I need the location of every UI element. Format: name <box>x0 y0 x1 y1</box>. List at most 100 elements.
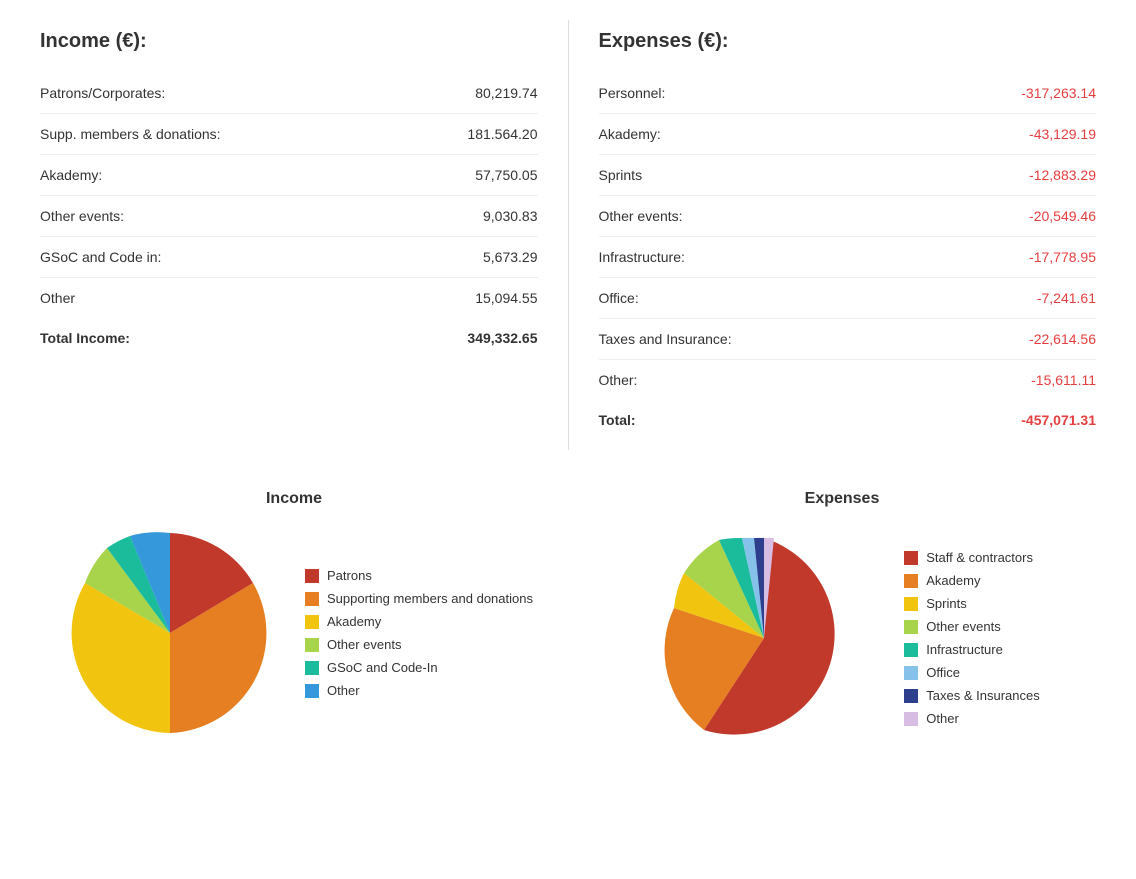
income-row-label: Akademy: <box>40 167 102 183</box>
expenses-row-value: -20,549.46 <box>1029 208 1096 224</box>
expenses-row-label: Office: <box>599 290 639 306</box>
legend-item: Taxes & Insurances <box>904 688 1039 703</box>
expenses-row: Other events: -20,549.46 <box>599 196 1097 237</box>
expenses-section: Expenses (€): Personnel:-317,263.14Akade… <box>579 20 1117 450</box>
legend-item: Supporting members and donations <box>305 591 533 606</box>
expenses-legend: Staff & contractors Akademy Sprints Other e… <box>904 550 1039 726</box>
legend-item: Staff & contractors <box>904 550 1039 565</box>
expenses-row-value: -17,778.95 <box>1029 249 1096 265</box>
income-row-value: 15,094.55 <box>475 290 537 306</box>
expenses-chart-area: Staff & contractors Akademy Sprints Other e… <box>644 518 1039 758</box>
legend-item: GSoC and Code-In <box>305 660 533 675</box>
expenses-row: Akademy:-43,129.19 <box>599 114 1097 155</box>
income-row: Other 15,094.55 <box>40 278 538 318</box>
top-section: Income (€): Patrons/Corporates: 80,219.74… <box>20 20 1116 450</box>
legend-color <box>904 574 918 588</box>
legend-color <box>305 569 319 583</box>
legend-item: Office <box>904 665 1039 680</box>
legend-color <box>904 643 918 657</box>
income-row-value: 80,219.74 <box>475 85 537 101</box>
income-total-label: Total Income: <box>40 330 130 346</box>
legend-label: Office <box>926 665 960 680</box>
legend-label: GSoC and Code-In <box>327 660 438 675</box>
income-row-value: 9,030.83 <box>483 208 538 224</box>
expenses-chart-container: Expenses <box>568 480 1116 768</box>
expenses-total-label: Total: <box>599 412 636 428</box>
legend-color <box>904 712 918 726</box>
legend-label: Infrastructure <box>926 642 1003 657</box>
income-row-label: GSoC and Code in: <box>40 249 161 265</box>
expenses-row: Sprints -12,883.29 <box>599 155 1097 196</box>
legend-color <box>904 689 918 703</box>
income-row: Supp. members & donations: 181.564.20 <box>40 114 538 155</box>
income-total-row: Total Income: 349,332.65 <box>40 318 538 358</box>
expenses-row-label: Sprints <box>599 167 643 183</box>
income-row-label: Patrons/Corporates: <box>40 85 165 101</box>
legend-label: Other events <box>327 637 401 652</box>
expenses-row-label: Other: <box>599 372 638 388</box>
expenses-chart-title: Expenses <box>805 490 880 508</box>
expenses-row-label: Akademy: <box>599 126 661 142</box>
legend-item: Other events <box>904 619 1039 634</box>
income-row: Other events: 9,030.83 <box>40 196 538 237</box>
expenses-row-value: -12,883.29 <box>1029 167 1096 183</box>
legend-label: Taxes & Insurances <box>926 688 1039 703</box>
expenses-row-label: Taxes and Insurance: <box>599 331 732 347</box>
expenses-row: Infrastructure: -17,778.95 <box>599 237 1097 278</box>
expenses-row-value: -22,614.56 <box>1029 331 1096 347</box>
legend-color <box>904 551 918 565</box>
legend-item: Akademy <box>305 614 533 629</box>
legend-label: Other <box>327 683 360 698</box>
income-row-label: Other events: <box>40 208 124 224</box>
legend-item: Akademy <box>904 573 1039 588</box>
income-rows: Patrons/Corporates: 80,219.74 Supp. member… <box>40 73 538 318</box>
legend-item: Other <box>305 683 533 698</box>
legend-item: Sprints <box>904 596 1039 611</box>
income-row-value: 181.564.20 <box>467 126 537 142</box>
legend-item: Infrastructure <box>904 642 1039 657</box>
expenses-row: Office: -7,241.61 <box>599 278 1097 319</box>
legend-color <box>305 638 319 652</box>
income-row: GSoC and Code in: 5,673.29 <box>40 237 538 278</box>
legend-color <box>305 684 319 698</box>
legend-label: Patrons <box>327 568 372 583</box>
legend-color <box>305 661 319 675</box>
legend-label: Other events <box>926 619 1000 634</box>
legend-color <box>904 620 918 634</box>
income-row: Akademy: 57,750.05 <box>40 155 538 196</box>
legend-color <box>305 592 319 606</box>
legend-label: Supporting members and donations <box>327 591 533 606</box>
legend-label: Akademy <box>926 573 980 588</box>
legend-item: Patrons <box>305 568 533 583</box>
expenses-total-value: -457,071.31 <box>1021 412 1096 428</box>
section-divider <box>568 20 569 450</box>
expenses-row-label: Personnel: <box>599 85 666 101</box>
legend-item: Other <box>904 711 1039 726</box>
legend-item: Other events <box>305 637 533 652</box>
expenses-row-label: Infrastructure: <box>599 249 685 265</box>
income-pie-chart <box>55 518 285 748</box>
income-row-label: Other <box>40 290 75 306</box>
expenses-row: Taxes and Insurance: -22,614.56 <box>599 319 1097 360</box>
expenses-pie-chart <box>644 518 884 758</box>
expenses-rows: Personnel:-317,263.14Akademy:-43,129.19S… <box>599 73 1097 400</box>
income-section: Income (€): Patrons/Corporates: 80,219.74… <box>20 20 558 450</box>
expenses-row-value: -7,241.61 <box>1037 290 1096 306</box>
charts-section: Income PatronsSupporting <box>20 480 1116 768</box>
legend-label: Staff & contractors <box>926 550 1033 565</box>
income-row-value: 5,673.29 <box>483 249 538 265</box>
income-row-value: 57,750.05 <box>475 167 537 183</box>
expenses-total-row: Total: -457,071.31 <box>599 400 1097 440</box>
expenses-row-value: -317,263.14 <box>1021 85 1096 101</box>
income-chart-container: Income PatronsSupporting <box>20 480 568 768</box>
legend-color <box>904 666 918 680</box>
income-title: Income (€): <box>40 30 538 53</box>
income-legend: Patrons Supporting members and donations A… <box>305 568 533 698</box>
expenses-row-value: -15,611.11 <box>1031 372 1096 388</box>
income-chart-area: Patrons Supporting members and donations A… <box>55 518 533 748</box>
expenses-row-label: Other events: <box>599 208 683 224</box>
income-row-label: Supp. members & donations: <box>40 126 221 142</box>
legend-label: Akademy <box>327 614 381 629</box>
legend-color <box>904 597 918 611</box>
main-container: Income (€): Patrons/Corporates: 80,219.74… <box>20 20 1116 768</box>
